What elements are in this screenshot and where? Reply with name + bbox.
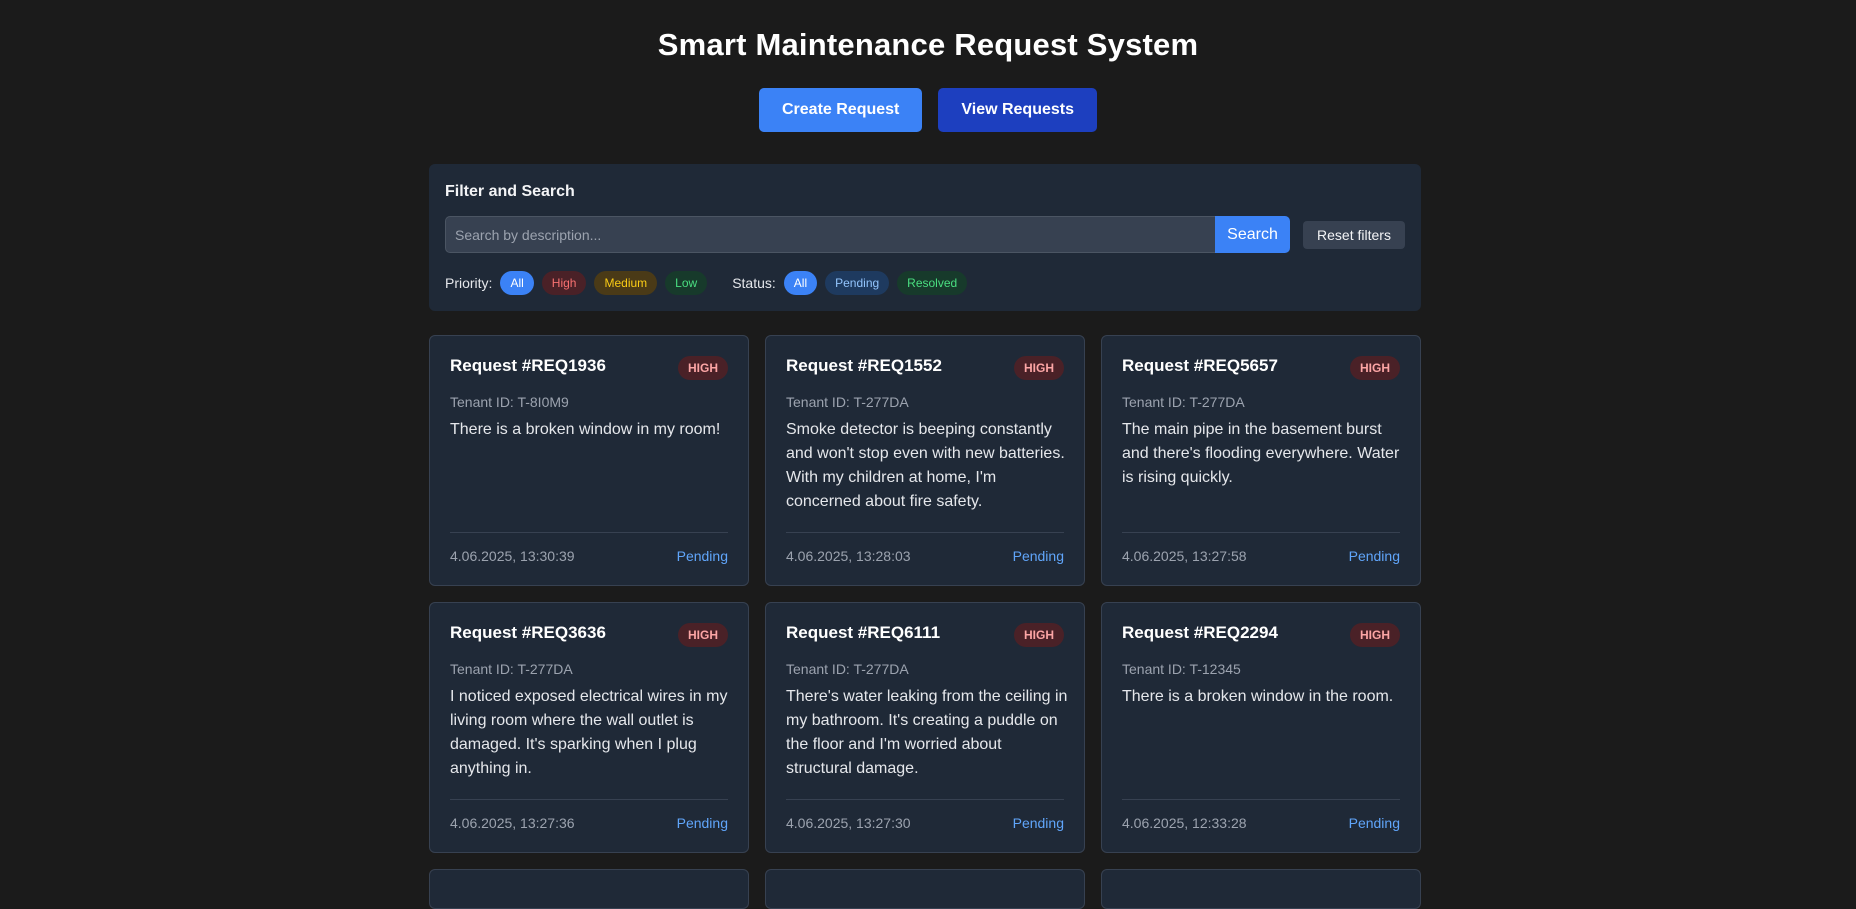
- tenant-id: Tenant ID: T-277DA: [450, 661, 573, 677]
- priority-badge: HIGH: [1350, 623, 1400, 647]
- tenant-id: Tenant ID: T-8I0M9: [450, 394, 569, 410]
- request-description: I noticed exposed electrical wires in my…: [450, 688, 728, 777]
- request-title: Request #REQ6111: [786, 623, 941, 642]
- filter-title: Filter and Search: [445, 183, 575, 200]
- card-divider: [786, 799, 1064, 800]
- status-chip-all[interactable]: All: [783, 271, 818, 295]
- request-description: Smoke detector is beeping constantly and…: [786, 421, 1065, 510]
- request-status: Pending: [1012, 548, 1064, 564]
- request-card[interactable]: Request #REQ2294 HIGH Tenant ID: T-12345…: [1101, 602, 1421, 853]
- main-nav: Create Request View Requests: [0, 88, 1856, 132]
- request-title: Request #REQ1552: [786, 356, 942, 375]
- card-divider: [450, 532, 728, 533]
- request-title: Request #REQ2294: [1122, 623, 1278, 642]
- card-divider: [1122, 532, 1400, 533]
- priority-badge: HIGH: [678, 356, 728, 380]
- request-card[interactable]: Request #REQ6111 HIGH Tenant ID: T-277DA…: [765, 602, 1085, 853]
- priority-badge: HIGH: [678, 623, 728, 647]
- status-chip-resolved[interactable]: Resolved: [897, 271, 968, 295]
- view-requests-button[interactable]: View Requests: [938, 88, 1097, 132]
- request-card[interactable]: Request #REQ1552 HIGH Tenant ID: T-277DA…: [765, 335, 1085, 586]
- request-grid: Request #REQ1936 HIGH Tenant ID: T-8I0M9…: [429, 335, 1421, 909]
- priority-chip-medium[interactable]: Medium: [594, 271, 658, 295]
- priority-chip-low[interactable]: Low: [665, 271, 708, 295]
- request-timestamp: 4.06.2025, 13:30:39: [450, 548, 575, 564]
- search-input[interactable]: [445, 216, 1216, 253]
- request-description: There is a broken window in my room!: [450, 421, 721, 438]
- request-card[interactable]: Request #REQ3636 HIGH Tenant ID: T-277DA…: [429, 602, 749, 853]
- request-status: Pending: [1348, 815, 1400, 831]
- priority-label: Priority:: [445, 275, 493, 291]
- request-status: Pending: [676, 815, 728, 831]
- priority-badge: HIGH: [1014, 623, 1064, 647]
- card-divider: [450, 799, 728, 800]
- card-divider: [786, 532, 1064, 533]
- priority-chip-high[interactable]: High: [541, 271, 587, 295]
- filter-panel: Filter and Search Search Reset filters P…: [429, 164, 1421, 311]
- status-label: Status:: [732, 275, 776, 291]
- request-timestamp: 4.06.2025, 13:27:58: [1122, 548, 1247, 564]
- page-title: Smart Maintenance Request System: [657, 27, 1199, 62]
- request-timestamp: 4.06.2025, 13:28:03: [786, 548, 911, 564]
- request-timestamp: 4.06.2025, 12:33:28: [1122, 815, 1247, 831]
- tenant-id: Tenant ID: T-277DA: [786, 661, 909, 677]
- request-status: Pending: [1348, 548, 1400, 564]
- reset-filters-button[interactable]: Reset filters: [1303, 221, 1405, 249]
- request-card[interactable]: Request #REQ1936 HIGH Tenant ID: T-8I0M9…: [429, 335, 749, 586]
- request-status: Pending: [1012, 815, 1064, 831]
- tenant-id: Tenant ID: T-12345: [1122, 661, 1241, 677]
- request-status: Pending: [676, 548, 728, 564]
- tenant-id: Tenant ID: T-277DA: [1122, 394, 1245, 410]
- request-card-partial[interactable]: [1101, 869, 1421, 909]
- request-card-partial[interactable]: [765, 869, 1085, 909]
- priority-badge: HIGH: [1014, 356, 1064, 380]
- request-timestamp: 4.06.2025, 13:27:30: [786, 815, 911, 831]
- search-button[interactable]: Search: [1215, 216, 1290, 253]
- tenant-id: Tenant ID: T-277DA: [786, 394, 909, 410]
- request-title: Request #REQ1936: [450, 356, 606, 375]
- request-description: There is a broken window in the room.: [1122, 688, 1394, 705]
- status-chip-pending[interactable]: Pending: [825, 271, 890, 295]
- request-card-partial[interactable]: [429, 869, 749, 909]
- filter-chips: Priority: All High Medium Low Status: Al…: [445, 271, 968, 295]
- request-card[interactable]: Request #REQ5657 HIGH Tenant ID: T-277DA…: [1101, 335, 1421, 586]
- request-title: Request #REQ3636: [450, 623, 606, 642]
- priority-chip-all[interactable]: All: [500, 271, 534, 295]
- create-request-button[interactable]: Create Request: [758, 88, 923, 132]
- priority-badge: HIGH: [1350, 356, 1400, 380]
- request-timestamp: 4.06.2025, 13:27:36: [450, 815, 575, 831]
- card-divider: [1122, 799, 1400, 800]
- request-description: There's water leaking from the ceiling i…: [786, 688, 1068, 777]
- request-description: The main pipe in the basement burst and …: [1122, 421, 1400, 486]
- request-title: Request #REQ5657: [1122, 356, 1278, 375]
